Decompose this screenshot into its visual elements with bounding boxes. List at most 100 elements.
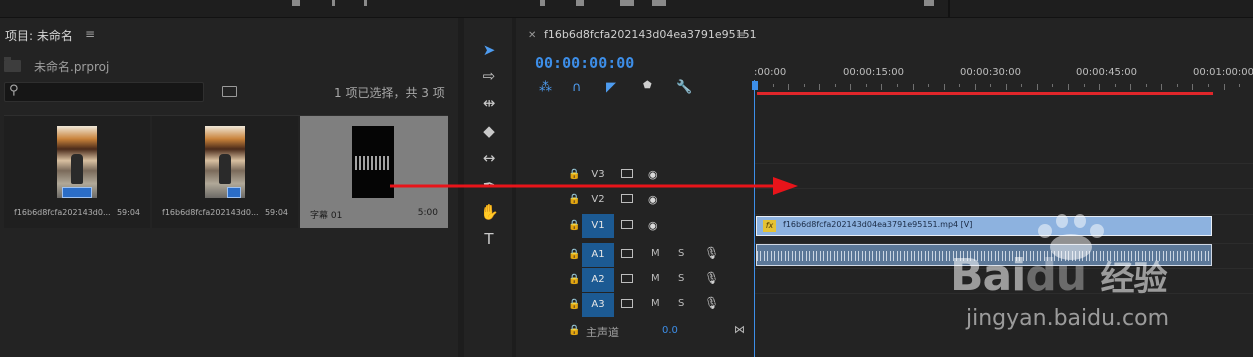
baidu-watermark: Baidu 经验 jingyan.baidu.com — [930, 210, 1253, 357]
ruler-tick — [1207, 84, 1209, 87]
media-item[interactable]: f16b6d8fcfa202143d0... 59:04 — [4, 116, 150, 228]
eye-icon[interactable]: ◉ — [648, 219, 658, 232]
ruler-tick — [1005, 84, 1007, 90]
lock-icon[interactable]: 🔒 — [568, 325, 580, 336]
track-name[interactable]: A2 — [582, 268, 614, 292]
title-thumbnail — [352, 126, 394, 198]
track-select-tool-icon[interactable]: ⇨ — [480, 68, 498, 84]
sequence-tab-name[interactable]: f16b6d8fcfa202143d04ea3791e95151 — [544, 28, 757, 41]
project-panel-title[interactable]: 项目: 未命名 — [5, 27, 73, 44]
time-ruler[interactable]: :00:00 00:00:15:00 00:00:30:00 00:00:45:… — [754, 65, 1253, 95]
wrench-icon[interactable]: 🔧 — [676, 80, 692, 95]
solo-button[interactable]: S — [678, 273, 684, 284]
add-button-icon[interactable] — [924, 0, 934, 6]
media-item[interactable]: f16b6d8fcfa202143d0... 59:04 — [152, 116, 298, 228]
new-bin-icon[interactable] — [222, 86, 237, 97]
playhead-timecode[interactable]: 00:00:00:00 — [535, 54, 634, 72]
track-name[interactable]: A3 — [582, 293, 614, 317]
ruler-tick — [803, 84, 805, 87]
ripple-edit-tool-icon[interactable]: ⇹ — [480, 95, 498, 111]
mute-button[interactable]: M — [651, 273, 660, 284]
ruler-tick — [959, 84, 961, 87]
close-icon[interactable]: ✕ — [528, 30, 536, 41]
nest-sequence-icon[interactable]: ⁂ — [539, 80, 552, 95]
mic-icon[interactable]: 🎙 — [704, 271, 719, 285]
track-header-a1: 🔒 A1 M S 🎙 — [516, 243, 754, 267]
media-item-duration: 59:04 — [116, 208, 140, 217]
playhead-line[interactable] — [754, 80, 755, 357]
lock-icon[interactable]: 🔒 — [568, 299, 580, 310]
snap-magnet-icon[interactable]: ∩ — [572, 80, 582, 95]
hamburger-icon[interactable]: ≡ — [736, 28, 746, 42]
play-icon[interactable] — [576, 0, 584, 6]
track-lane-v2[interactable] — [754, 188, 1253, 212]
selection-tool-icon[interactable]: ➤ — [480, 42, 498, 58]
lock-icon[interactable]: 🔒 — [568, 220, 580, 231]
ruler-label: 00:00:45:00 — [1076, 67, 1138, 78]
out-point-icon[interactable] — [364, 0, 367, 6]
project-file-name: 未命名.prproj — [34, 60, 110, 74]
project-search-input[interactable]: ⚲ — [4, 82, 204, 102]
ruler-tick — [990, 84, 992, 87]
master-label: 主声道 — [586, 326, 619, 339]
solo-button[interactable]: S — [678, 298, 684, 309]
ruler-tick — [1068, 84, 1069, 90]
ruler-tick — [1145, 84, 1147, 87]
ruler-tick — [834, 84, 836, 87]
sync-lock-icon[interactable] — [621, 249, 633, 258]
ruler-tick — [912, 84, 914, 90]
playhead-handle[interactable] — [752, 81, 758, 90]
sync-lock-icon[interactable] — [621, 220, 633, 229]
lock-icon[interactable]: 🔒 — [568, 249, 580, 260]
linked-selection-icon[interactable]: ◤ — [606, 80, 616, 95]
media-item-selected[interactable]: 字幕 01 5:00 — [300, 116, 448, 228]
hand-tool-icon[interactable]: ✋ — [480, 204, 499, 220]
ruler-tick — [772, 84, 774, 87]
razor-tool-icon[interactable]: ◆ — [480, 123, 498, 139]
add-marker-icon[interactable]: ⬟ — [643, 80, 652, 91]
track-header-a3: 🔒 A3 M S 🎙 — [516, 293, 754, 317]
track-lane-v3[interactable] — [754, 163, 1253, 187]
media-item-name: f16b6d8fcfa202143d0... — [162, 208, 259, 217]
work-area-bar[interactable] — [757, 92, 1213, 95]
media-item-name: f16b6d8fcfa202143d0... — [14, 208, 111, 217]
mute-button[interactable]: M — [651, 298, 660, 309]
track-name[interactable]: V1 — [582, 214, 614, 238]
ruler-tick — [881, 84, 883, 90]
ruler-label: 00:00:30:00 — [960, 67, 1022, 78]
ruler-tick — [943, 84, 945, 90]
marker-icon[interactable] — [292, 0, 300, 6]
mic-icon[interactable]: 🎙 — [704, 296, 719, 310]
track-name[interactable]: A1 — [582, 243, 614, 267]
ruler-tick — [896, 84, 898, 87]
go-to-end-icon[interactable]: ⋈ — [734, 323, 745, 336]
video-audio-badge-icon — [62, 187, 92, 198]
lock-icon[interactable]: 🔒 — [568, 274, 580, 285]
type-tool-icon[interactable]: T — [480, 231, 498, 247]
watermark-brand: Baidu 经验 — [950, 250, 1167, 301]
ruler-tick — [788, 84, 790, 90]
ruler-tick — [850, 84, 852, 90]
sync-lock-icon[interactable] — [621, 299, 633, 308]
panel-divider — [948, 0, 950, 18]
media-grid: f16b6d8fcfa202143d0... 59:04 f16b6d8fcfa… — [4, 115, 448, 228]
lift-icon[interactable] — [620, 0, 634, 6]
master-volume-value[interactable]: 0.0 — [662, 325, 678, 336]
hamburger-icon[interactable]: ≡ — [85, 27, 95, 41]
search-icon: ⚲ — [9, 83, 19, 98]
solo-button[interactable]: S — [678, 248, 684, 259]
ruler-tick — [1176, 84, 1178, 87]
ruler-tick — [928, 84, 930, 87]
ruler-tick — [1021, 84, 1023, 87]
ruler-tick — [1161, 84, 1163, 90]
extract-icon[interactable] — [652, 0, 666, 6]
sync-lock-icon[interactable] — [621, 274, 633, 283]
step-back-icon[interactable] — [540, 0, 545, 6]
ruler-tick — [1052, 84, 1054, 87]
mute-button[interactable]: M — [651, 248, 660, 259]
mic-icon[interactable]: 🎙 — [704, 246, 719, 260]
in-point-icon[interactable] — [332, 0, 335, 6]
video-badge-icon — [227, 187, 241, 198]
slip-tool-icon[interactable]: ↔ — [480, 150, 498, 166]
media-item-duration: 59:04 — [264, 208, 288, 217]
